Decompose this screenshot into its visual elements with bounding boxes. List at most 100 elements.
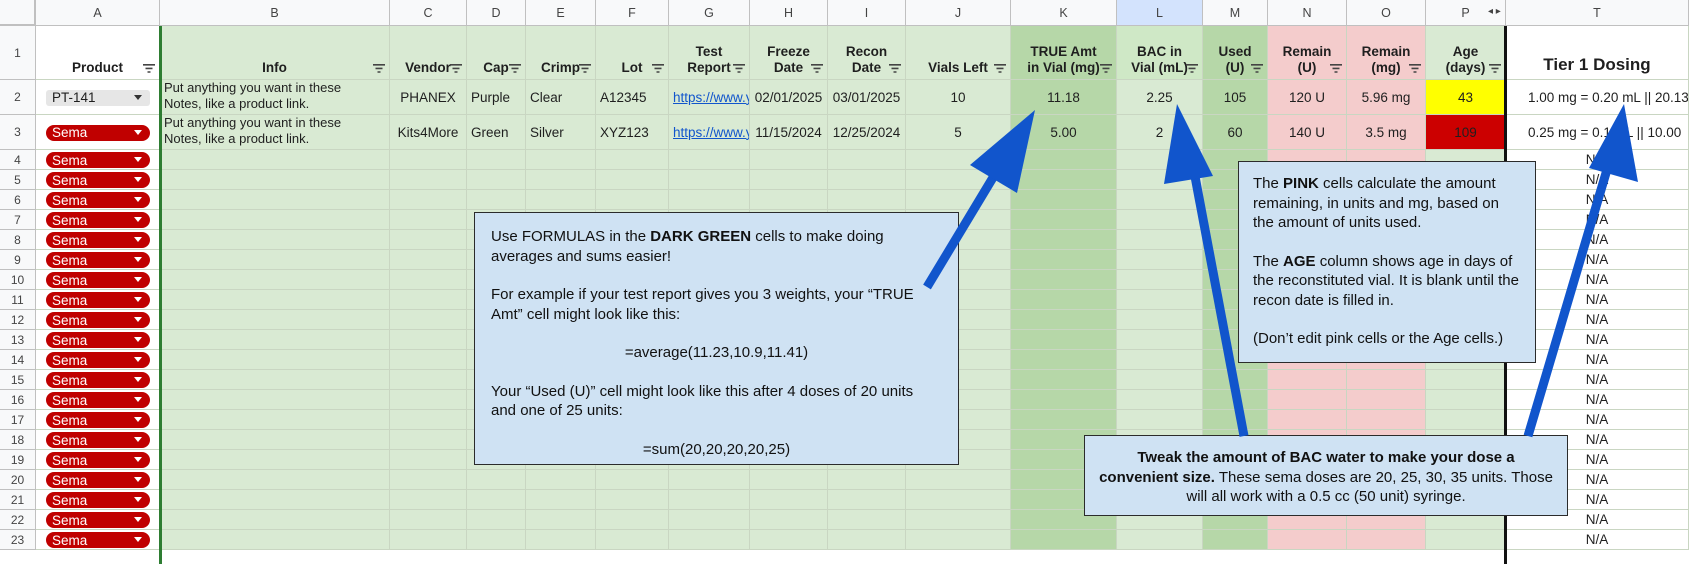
cell-info[interactable] (160, 230, 390, 250)
cell-remain-mg[interactable] (1347, 530, 1426, 550)
cell-cap[interactable] (467, 470, 526, 490)
cell-bac[interactable] (1117, 310, 1203, 330)
product-dropdown[interactable]: Sema (46, 412, 150, 428)
cell-used[interactable] (1203, 370, 1268, 390)
cell-bac[interactable] (1117, 270, 1203, 290)
row-header-16[interactable]: 16 (0, 390, 36, 410)
product-dropdown[interactable]: Sema (46, 212, 150, 228)
cell-vials-left[interactable] (906, 190, 1011, 210)
cell-vendor[interactable] (390, 290, 467, 310)
filter-icon[interactable] (811, 64, 823, 73)
test-report-value[interactable]: https://www.y (673, 125, 749, 140)
product-dropdown[interactable]: Sema (46, 492, 150, 508)
row-header-7[interactable]: 7 (0, 210, 36, 230)
header-test-report[interactable]: Test Report (669, 26, 750, 80)
cell-recon-date[interactable] (828, 170, 906, 190)
cell-cap[interactable]: Purple (467, 80, 526, 115)
cell-info[interactable] (160, 430, 390, 450)
filter-icon[interactable] (1251, 64, 1263, 73)
cell-used[interactable] (1203, 410, 1268, 430)
product-dropdown[interactable]: Sema (46, 152, 150, 168)
cell-vendor[interactable] (390, 250, 467, 270)
cell-vendor[interactable] (390, 510, 467, 530)
cell-freeze-date[interactable]: 02/01/2025 (750, 80, 828, 115)
cell-bac[interactable]: 2.25 (1117, 80, 1203, 115)
cell-remain-mg[interactable] (1347, 410, 1426, 430)
cell-tier1[interactable]: 1.00 mg = 0.20 mL || 20.13 (1506, 80, 1689, 115)
filter-icon[interactable] (652, 64, 664, 73)
cell-lot[interactable]: A12345 (596, 80, 669, 115)
filter-icon[interactable] (143, 64, 155, 73)
cell-bac[interactable] (1117, 290, 1203, 310)
cell-crimp[interactable] (526, 170, 596, 190)
cell-freeze-date[interactable] (750, 490, 828, 510)
cell-remain-u[interactable] (1268, 390, 1347, 410)
cell-lot[interactable] (596, 190, 669, 210)
column-header-j[interactable]: J (906, 0, 1011, 26)
cell-vendor[interactable] (390, 370, 467, 390)
cell-vendor[interactable] (390, 230, 467, 250)
cell-remain-mg[interactable]: 3.5 mg (1347, 115, 1426, 150)
cell-vendor[interactable] (390, 210, 467, 230)
cell-vendor[interactable] (390, 190, 467, 210)
cell-remain-u[interactable] (1268, 410, 1347, 430)
filter-icon[interactable] (509, 64, 521, 73)
cell-test-report[interactable] (669, 170, 750, 190)
column-header-d[interactable]: D (467, 0, 526, 26)
row-header-23[interactable]: 23 (0, 530, 36, 550)
cell-cap[interactable] (467, 170, 526, 190)
cell-lot[interactable] (596, 170, 669, 190)
cell-crimp[interactable]: Clear (526, 80, 596, 115)
row-header-11[interactable]: 11 (0, 290, 36, 310)
cell-true-amt[interactable] (1011, 290, 1117, 310)
cell-crimp[interactable] (526, 470, 596, 490)
header-cap[interactable]: Cap (467, 26, 526, 80)
cell-true-amt[interactable] (1011, 150, 1117, 170)
cell-bac[interactable] (1117, 330, 1203, 350)
column-header-k[interactable]: K (1011, 0, 1117, 26)
cell-tier1[interactable]: N/A (1506, 390, 1689, 410)
cell-test-report[interactable] (669, 530, 750, 550)
header-lot[interactable]: Lot (596, 26, 669, 80)
column-header-b[interactable]: B (160, 0, 390, 26)
cell-test-report[interactable]: https://www.y (669, 115, 750, 150)
cell-crimp[interactable]: Silver (526, 115, 596, 150)
product-dropdown[interactable]: Sema (46, 452, 150, 468)
product-dropdown[interactable]: Sema (46, 172, 150, 188)
cell-age[interactable] (1426, 390, 1506, 410)
cell-bac[interactable]: 2 (1117, 115, 1203, 150)
cell-vendor[interactable] (390, 310, 467, 330)
product-dropdown[interactable]: Sema (46, 372, 150, 388)
header-crimp[interactable]: Crimp (526, 26, 596, 80)
cell-cap[interactable] (467, 150, 526, 170)
cell-vendor[interactable] (390, 410, 467, 430)
row-header-21[interactable]: 21 (0, 490, 36, 510)
cell-used[interactable] (1203, 390, 1268, 410)
header-info[interactable]: Info (160, 26, 390, 80)
header-product[interactable]: Product (36, 26, 160, 80)
cell-info[interactable] (160, 210, 390, 230)
cell-info[interactable] (160, 370, 390, 390)
cell-bac[interactable] (1117, 350, 1203, 370)
filter-icon[interactable] (1186, 64, 1198, 73)
cell-tier1[interactable]: N/A (1506, 410, 1689, 430)
cell-test-report[interactable] (669, 490, 750, 510)
column-header-o[interactable]: O (1347, 0, 1426, 26)
product-dropdown[interactable]: Sema (46, 512, 150, 528)
column-header-g[interactable]: G (669, 0, 750, 26)
cell-vendor[interactable] (390, 390, 467, 410)
product-dropdown[interactable]: Sema (46, 532, 150, 548)
cell-vials-left[interactable] (906, 150, 1011, 170)
cell-info[interactable] (160, 450, 390, 470)
column-header-n[interactable]: N (1268, 0, 1347, 26)
cell-info[interactable] (160, 390, 390, 410)
cell-info[interactable] (160, 410, 390, 430)
product-dropdown[interactable]: Sema (46, 192, 150, 208)
cell-age[interactable] (1426, 410, 1506, 430)
cell-info[interactable] (160, 510, 390, 530)
product-dropdown[interactable]: Sema (46, 232, 150, 248)
cell-info[interactable] (160, 490, 390, 510)
cell-remain-u[interactable] (1268, 370, 1347, 390)
header-tier1[interactable]: Tier 1 Dosing (1506, 26, 1689, 80)
cell-tier1[interactable]: N/A (1506, 370, 1689, 390)
